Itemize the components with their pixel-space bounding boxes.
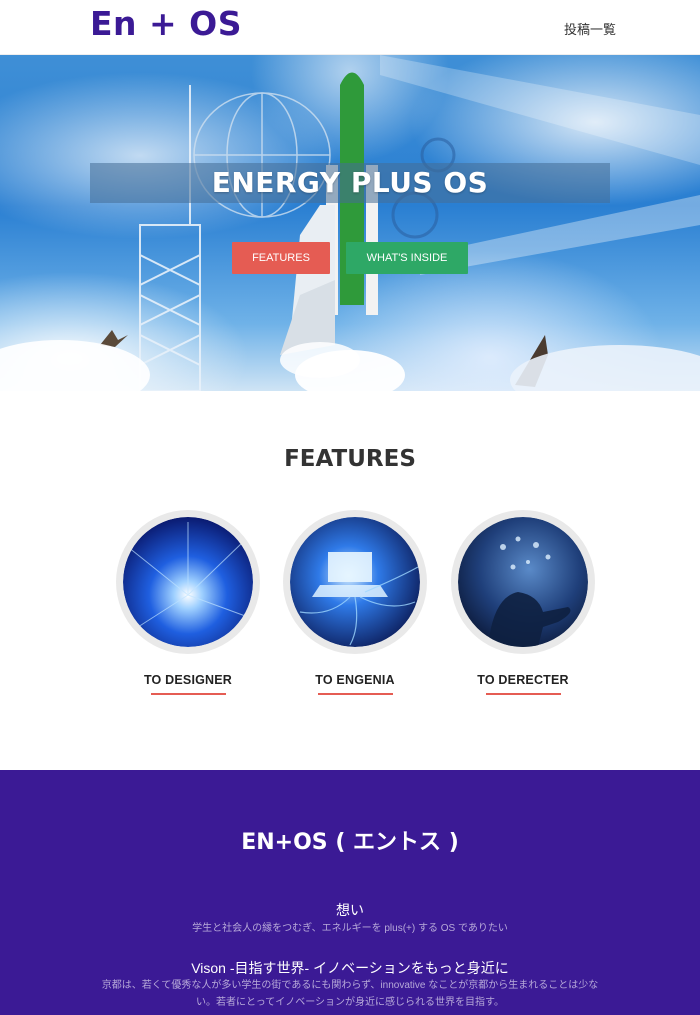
feature-designer[interactable]: TO DESIGNER xyxy=(113,510,263,695)
feature-underline xyxy=(317,693,393,695)
feature-image-derecter xyxy=(458,517,588,647)
about-heading-thought: 想い xyxy=(336,902,364,918)
brand-logo[interactable]: En + OS xyxy=(90,4,242,43)
feature-image-frame xyxy=(283,510,427,654)
nav-link-posts[interactable]: 投稿一覧 xyxy=(564,19,616,38)
feature-image-frame xyxy=(116,510,260,654)
feature-image-designer xyxy=(123,517,253,647)
feature-image-frame xyxy=(451,510,595,654)
hero-background-image xyxy=(0,55,700,391)
feature-underline xyxy=(150,693,226,695)
about-heading-vision: Vison -目指す世界- イノベーションをもっと身近に xyxy=(191,960,509,976)
feature-label-engenia: TO ENGENIA xyxy=(315,673,395,687)
features-heading: FEATURES xyxy=(284,446,416,472)
whats-inside-button[interactable]: WHAT'S INSIDE xyxy=(346,242,468,274)
about-text-thought: 学生と社会人の縁をつむぎ、エネルギーを plus(+) する OS でありたい xyxy=(192,923,508,934)
navbar: En + OS 投稿一覧 xyxy=(0,0,700,55)
feature-label-derecter: TO DERECTER xyxy=(477,673,569,687)
feature-image-engenia xyxy=(290,517,420,647)
feature-label-designer: TO DESIGNER xyxy=(143,673,233,687)
feature-underline xyxy=(485,693,561,695)
about-title: EN+OS ( エントス ) xyxy=(241,830,459,855)
feature-engenia[interactable]: TO ENGENIA xyxy=(280,510,430,695)
hero-title: ENERGY PLUS OS xyxy=(211,166,489,199)
about-text-vision: 京都は、若くて優秀な人が多い学生の街であるにも関わらず、innovative な… xyxy=(101,980,599,1008)
hero-banner: ENERGY PLUS OS FEATURES WHAT'S INSIDE xyxy=(0,55,700,391)
feature-derecter[interactable]: TO DERECTER xyxy=(448,510,598,695)
features-button[interactable]: FEATURES xyxy=(232,242,330,274)
about-section: EN+OS ( エントス ) 想い 学生と社会人の縁をつむぎ、エネルギーを pl… xyxy=(0,770,700,1015)
